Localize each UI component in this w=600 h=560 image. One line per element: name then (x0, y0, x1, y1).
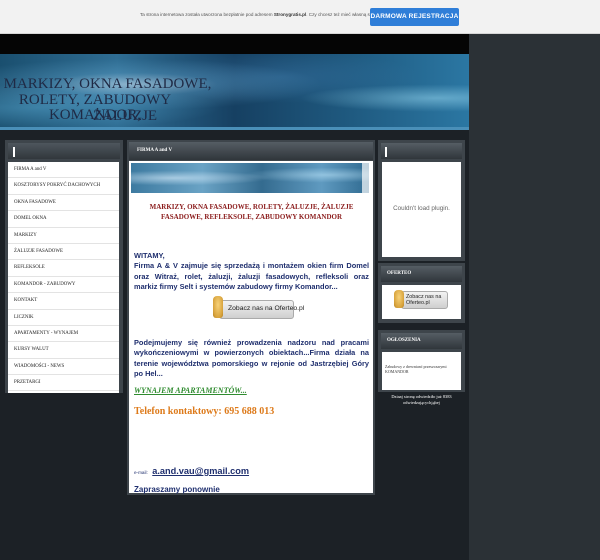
sidebar-item-refleksole[interactable]: REFLEKSOLE (8, 260, 119, 277)
sidebar-item-okna-fasadowe[interactable]: OKNA FASADOWE (8, 195, 119, 212)
site-title-line-1: MARKIZY, OKNA FASADOWE, (3, 76, 212, 92)
supervision-paragraph: Podejmujemy się również prowadzenia nadz… (134, 338, 369, 378)
sidebar-item-firma[interactable]: FIRMA A and V (8, 162, 119, 179)
visit-counter-text: Dziaaj stronę odwiedziło już 8383 odwied… (391, 394, 452, 405)
plugin-body: Couldn't load plugin. (382, 162, 461, 257)
phone-contact: Telefon kontaktowy: 695 688 013 (134, 406, 275, 417)
thumbs-up-icon (394, 290, 404, 308)
oferteo-side-badge-label: Zobacz nas na Oferteo.pl (406, 294, 442, 306)
caption-marker-icon (13, 147, 15, 157)
oferteo-widget-body: Zobacz nas na Oferteo.pl (382, 285, 461, 319)
sidebar-item-apartamenty[interactable]: APARTAMENTY - WYNAJEM (8, 326, 119, 343)
oferteo-widget-title: OFERTEO (387, 271, 412, 276)
intro-paragraph: Firma A & V zajmuje się sprzedażą i mont… (134, 261, 369, 291)
welcome-text: WITAMY, (134, 251, 165, 260)
notice-domain-link[interactable]: Stronygratis.pl (274, 12, 306, 17)
sidebar-item-wiadomosci[interactable]: WIADOMOŚCI - NEWS (8, 359, 119, 376)
ads-widget-title: OGŁOSZENIA (387, 338, 421, 343)
oferteo-side-badge-link[interactable]: Zobacz nas na Oferteo.pl (394, 290, 448, 309)
products-heading: MARKIZY, OKNA FASADOWE, ROLETY, ŻALUZJE,… (149, 203, 354, 221)
notice-text: Ta strona internetowa została utworzona … (140, 12, 273, 17)
sidebar-caption-bar (8, 143, 120, 159)
site-title-line-3: ŻALUZJE (92, 108, 158, 124)
oferteo-badge-link[interactable]: Zobacz nas na Oferteo.pl (213, 296, 304, 319)
notice-message: Ta strona internetowa została utworzona … (140, 12, 383, 17)
oferteo-widget: OFERTEO Zobacz nas na Oferteo.pl (378, 263, 465, 323)
sidebar-item-kursy-walut[interactable]: KURSY WALUT (8, 342, 119, 359)
sidebar-menu: FIRMA A and V KOSZTORYSY POKRYĆ DACHOWYC… (8, 162, 119, 393)
caption-marker-icon (385, 147, 387, 157)
ads-caption-bar: OGŁOSZENIA (381, 333, 462, 349)
ads-widget-body: Zabudowy z drewnianć przeszczarymi KOMAN… (382, 352, 461, 390)
plugin-widget: Couldn't load plugin. (378, 140, 465, 261)
closing-text: Zapraszamy ponownie (134, 485, 220, 494)
sidebar-item-komandor[interactable]: KOMANDOR - ZABUDOWY (8, 277, 119, 294)
sidebar-item-zaluzje-fasadowe[interactable]: ŻALUZJE FASADOWE (8, 244, 119, 261)
top-notice-bar: Ta strona internetowa została utworzona … (0, 0, 600, 34)
email-prefix: e-mail: (134, 470, 148, 475)
section-title: FIRMA A and V (137, 148, 173, 153)
ads-widget: OGŁOSZENIA Zabudowy z drewnianć przeszcz… (378, 330, 465, 392)
main-content-panel: FIRMA A and V MARKIZY, OKNA FASADOWE, RO… (127, 140, 375, 495)
rent-apartments-link[interactable]: WYNAJEM APARTAMENTÓW... (134, 386, 247, 395)
banner-edge (362, 163, 369, 193)
oferteo-badge-label: Zobacz nas na Oferteo.pl (228, 305, 305, 312)
plugin-caption-bar (381, 143, 462, 159)
oferteo-caption-bar: OFERTEO (381, 266, 462, 282)
sidebar-item-kontakt[interactable]: KONTAKT (8, 293, 119, 310)
top-black-band (0, 34, 469, 54)
thumbs-up-icon (213, 296, 223, 318)
sidebar-item-domel-okna[interactable]: DOMEL OKNA (8, 211, 119, 228)
sidebar-item-markizy[interactable]: MARKIZY (8, 228, 119, 244)
plugin-error-message: Couldn't load plugin. (393, 205, 450, 212)
content-banner-image (131, 163, 369, 193)
welcome-block: WITAMY, Firma A & V zajmuje się sprzedaż… (134, 251, 369, 292)
email-line: e-mail: a.and.vau@gmail.com (134, 461, 249, 479)
sidebar-item-przetargi[interactable]: PRZETARGI (8, 375, 119, 392)
header-stripe (0, 127, 469, 130)
content-body: MARKIZY, OKNA FASADOWE, ROLETY, ŻALUZJE,… (129, 161, 373, 494)
ads-text-link[interactable]: Zabudowy z drewnianć przeszczarymi KOMAN… (385, 364, 459, 374)
sidebar-item-licznik[interactable]: LICZNIK (8, 310, 119, 326)
free-register-button[interactable]: DARMOWA REJESTRACJA (370, 8, 459, 26)
email-link[interactable]: a.and.vau@gmail.com (152, 466, 249, 476)
content-caption-bar: FIRMA A and V (129, 142, 373, 160)
sidebar-item-kosztorysy[interactable]: KOSZTORYSY POKRYĆ DACHOWYCH (8, 178, 119, 195)
right-background (469, 34, 600, 560)
site-header-banner: MARKIZY, OKNA FASADOWE, ROLETY, ZABUDOWY… (0, 54, 469, 130)
